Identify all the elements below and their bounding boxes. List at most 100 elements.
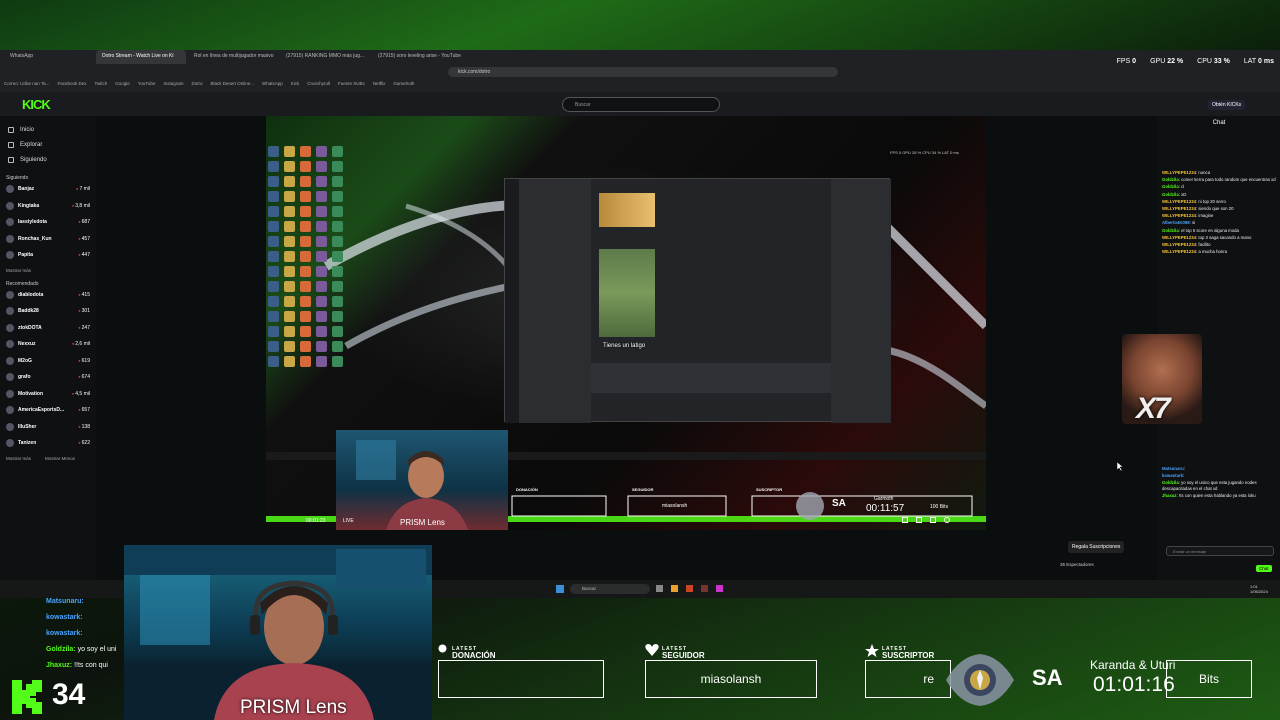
nav-siguiendo[interactable]: Siguiendo — [0, 152, 96, 167]
channel-row[interactable]: IlluSher 138 — [0, 419, 96, 436]
desktop-app-icon — [300, 326, 311, 337]
chat-title: Chat — [1212, 120, 1226, 126]
chat-username[interactable]: Goldzila — [1162, 177, 1179, 182]
tab-kick[interactable]: Dotro Stream - Watch Live on Ki — [96, 50, 186, 64]
tab-mmo[interactable]: Rol en línea de multijugador masivo — [188, 50, 278, 64]
desktop-app-icon — [300, 191, 311, 202]
bookmark[interactable]: Dotro — [191, 81, 202, 90]
chat-username[interactable]: WILLYPEPE1234 — [1162, 249, 1196, 254]
channel-row[interactable]: AmericaEsportsD... 657 — [0, 402, 96, 419]
chat-username[interactable]: Goldzila — [1162, 192, 1179, 197]
sidebar-more-row: Mostrar más Mostrar Menos — [0, 456, 96, 461]
chat-username[interactable]: Goldzila — [1162, 184, 1179, 189]
clock-date: 1/05/2024 — [1250, 589, 1268, 594]
inner-prism-label: PRISM Lens — [400, 518, 445, 527]
desktop-app-icon — [332, 161, 343, 172]
bookmark[interactable]: Instagram — [163, 81, 183, 90]
chat-message: Goldzila: comer tierra para todo random … — [1162, 177, 1278, 183]
app-icon[interactable] — [701, 585, 708, 592]
pip-icon[interactable] — [902, 517, 908, 523]
chat-username[interactable]: Goldzila — [1162, 228, 1179, 233]
channel-row[interactable]: M2oG 619 — [0, 353, 96, 370]
bookmark[interactable]: Netflix — [373, 81, 386, 90]
chat-username[interactable]: WILLYPEPE1234 — [1162, 199, 1196, 204]
bookmark[interactable]: Gamehoth — [393, 81, 414, 90]
theater-icon[interactable] — [916, 517, 922, 523]
channel-row[interactable]: lasstyledota 687 — [0, 214, 96, 231]
address-bar[interactable]: kick.com/dotro — [448, 67, 838, 77]
desktop-app-icon — [300, 266, 311, 277]
taskbar-search[interactable]: Buscar — [570, 584, 650, 594]
show-less-link[interactable]: Mostrar Menos — [45, 456, 75, 461]
avatar — [6, 234, 14, 243]
bookmark[interactable]: Facebook Dex — [57, 81, 86, 90]
bookmark[interactable]: Google — [115, 81, 130, 90]
bookmark[interactable]: Black Desert Online... — [210, 81, 254, 90]
channel-row[interactable]: Kingtaka 3,8 mil — [0, 198, 96, 215]
desktop-app-icon — [316, 266, 327, 277]
desktop-app-icon — [316, 356, 327, 367]
bookmark[interactable]: YouTube — [138, 81, 156, 90]
channel-row[interactable]: Nexxuz 2,6 mil — [0, 336, 96, 353]
chat-username[interactable]: Jhaxuz — [1162, 493, 1177, 498]
nav-explorar[interactable]: Explorar — [0, 137, 96, 152]
channel-row[interactable]: Motivation 4,5 mil — [0, 386, 96, 403]
chat-message: WILLYPEPE1234: a mucha honra — [1162, 249, 1278, 255]
bookmark[interactable]: WhatsApp — [262, 81, 283, 90]
taskview-icon[interactable] — [656, 585, 663, 592]
chat-username[interactable]: WILLYPEPE1234 — [1162, 213, 1196, 218]
desktop-app-icon — [316, 311, 327, 322]
fullscreen-icon[interactable] — [930, 517, 936, 523]
channel-row[interactable]: Tanizen 622 — [0, 435, 96, 452]
channel-row[interactable]: ztokDOTA 247 — [0, 320, 96, 337]
channel-row[interactable]: grafo 674 — [0, 369, 96, 386]
chat-username[interactable]: Alberto4K098 — [1162, 220, 1190, 225]
tab-youtube[interactable]: (27915) soro leveling arise - YouTube — [372, 50, 462, 64]
bookmark[interactable]: Twitch — [94, 81, 107, 90]
inner-facecam: PRISM Lens — [336, 430, 508, 530]
kick-logo[interactable]: KICK — [22, 97, 51, 112]
inner-subscriber-label: SUSCRIPTOR — [756, 487, 783, 492]
windows-start-icon[interactable] — [556, 585, 564, 593]
subscriber-box: re — [865, 660, 951, 698]
channel-row[interactable]: Ronchas_Kun 457 — [0, 231, 96, 248]
show-more-link[interactable]: Mostrar más — [0, 268, 96, 273]
app-icon[interactable] — [686, 585, 693, 592]
channel-viewers: 2,6 mil — [72, 341, 90, 347]
channel-row[interactable]: Banjaz 7 mil — [0, 181, 96, 198]
desktop-app-icon — [268, 311, 279, 322]
get-kicks-button[interactable]: Obtén KICKs — [1208, 100, 1246, 110]
show-more-link[interactable]: Mostrar más — [6, 456, 31, 461]
tab-ranking[interactable]: (27915) RANKING MMO más jug... — [280, 50, 370, 64]
chat-username[interactable]: Goldzila — [1162, 480, 1179, 485]
desktop-app-icon — [268, 161, 279, 172]
tab-whatsapp[interactable]: WhatsApp — [4, 50, 94, 64]
bookmark[interactable]: Fuente SUBs — [338, 81, 365, 90]
desktop-app-icon — [300, 311, 311, 322]
chat-username[interactable]: WILLYPEPE1234 — [1162, 170, 1196, 175]
settings-icon[interactable] — [944, 517, 950, 523]
chat-input[interactable]: Enviar un mensaje — [1166, 546, 1274, 556]
nav-inicio[interactable]: Inicio — [0, 122, 96, 137]
gift-subs-button[interactable]: Regala Suscripciones — [1068, 541, 1125, 553]
inner-perf-overlay: FPS 0 GPU 28 % CPU 34 % LAT 0 ms — [890, 150, 959, 155]
bookmark[interactable]: Correo: Uribe nan Ta... — [4, 81, 49, 90]
channel-row[interactable]: Papita 447 — [0, 247, 96, 264]
chat-username[interactable]: WILLYPEPE1234 — [1162, 242, 1196, 247]
overlay-chat: Matsunaru: kowastark: kowastark: Goldzila: y… — [46, 594, 136, 674]
chat-username[interactable]: Matsunaru — [1162, 466, 1184, 471]
desktop-app-icon — [316, 206, 327, 217]
chat-username[interactable]: WILLYPEPE1234 — [1162, 235, 1196, 240]
desktop-app-icon — [300, 251, 311, 262]
app-icon[interactable] — [716, 585, 723, 592]
bookmark[interactable]: Crunchyroll — [307, 81, 330, 90]
channel-row[interactable]: diablodota 415 — [0, 287, 96, 304]
chat-username[interactable]: kowastark — [1162, 473, 1183, 478]
channel-name: Baddk28 — [18, 308, 39, 315]
channel-row[interactable]: Baddk28 301 — [0, 303, 96, 320]
chat-send-button[interactable]: Chat — [1256, 565, 1272, 572]
kick-search-input[interactable]: Buscar — [562, 97, 720, 112]
explorer-icon[interactable] — [671, 585, 678, 592]
bookmark[interactable]: Kick — [291, 81, 300, 90]
chat-username[interactable]: WILLYPEPE1234 — [1162, 206, 1196, 211]
